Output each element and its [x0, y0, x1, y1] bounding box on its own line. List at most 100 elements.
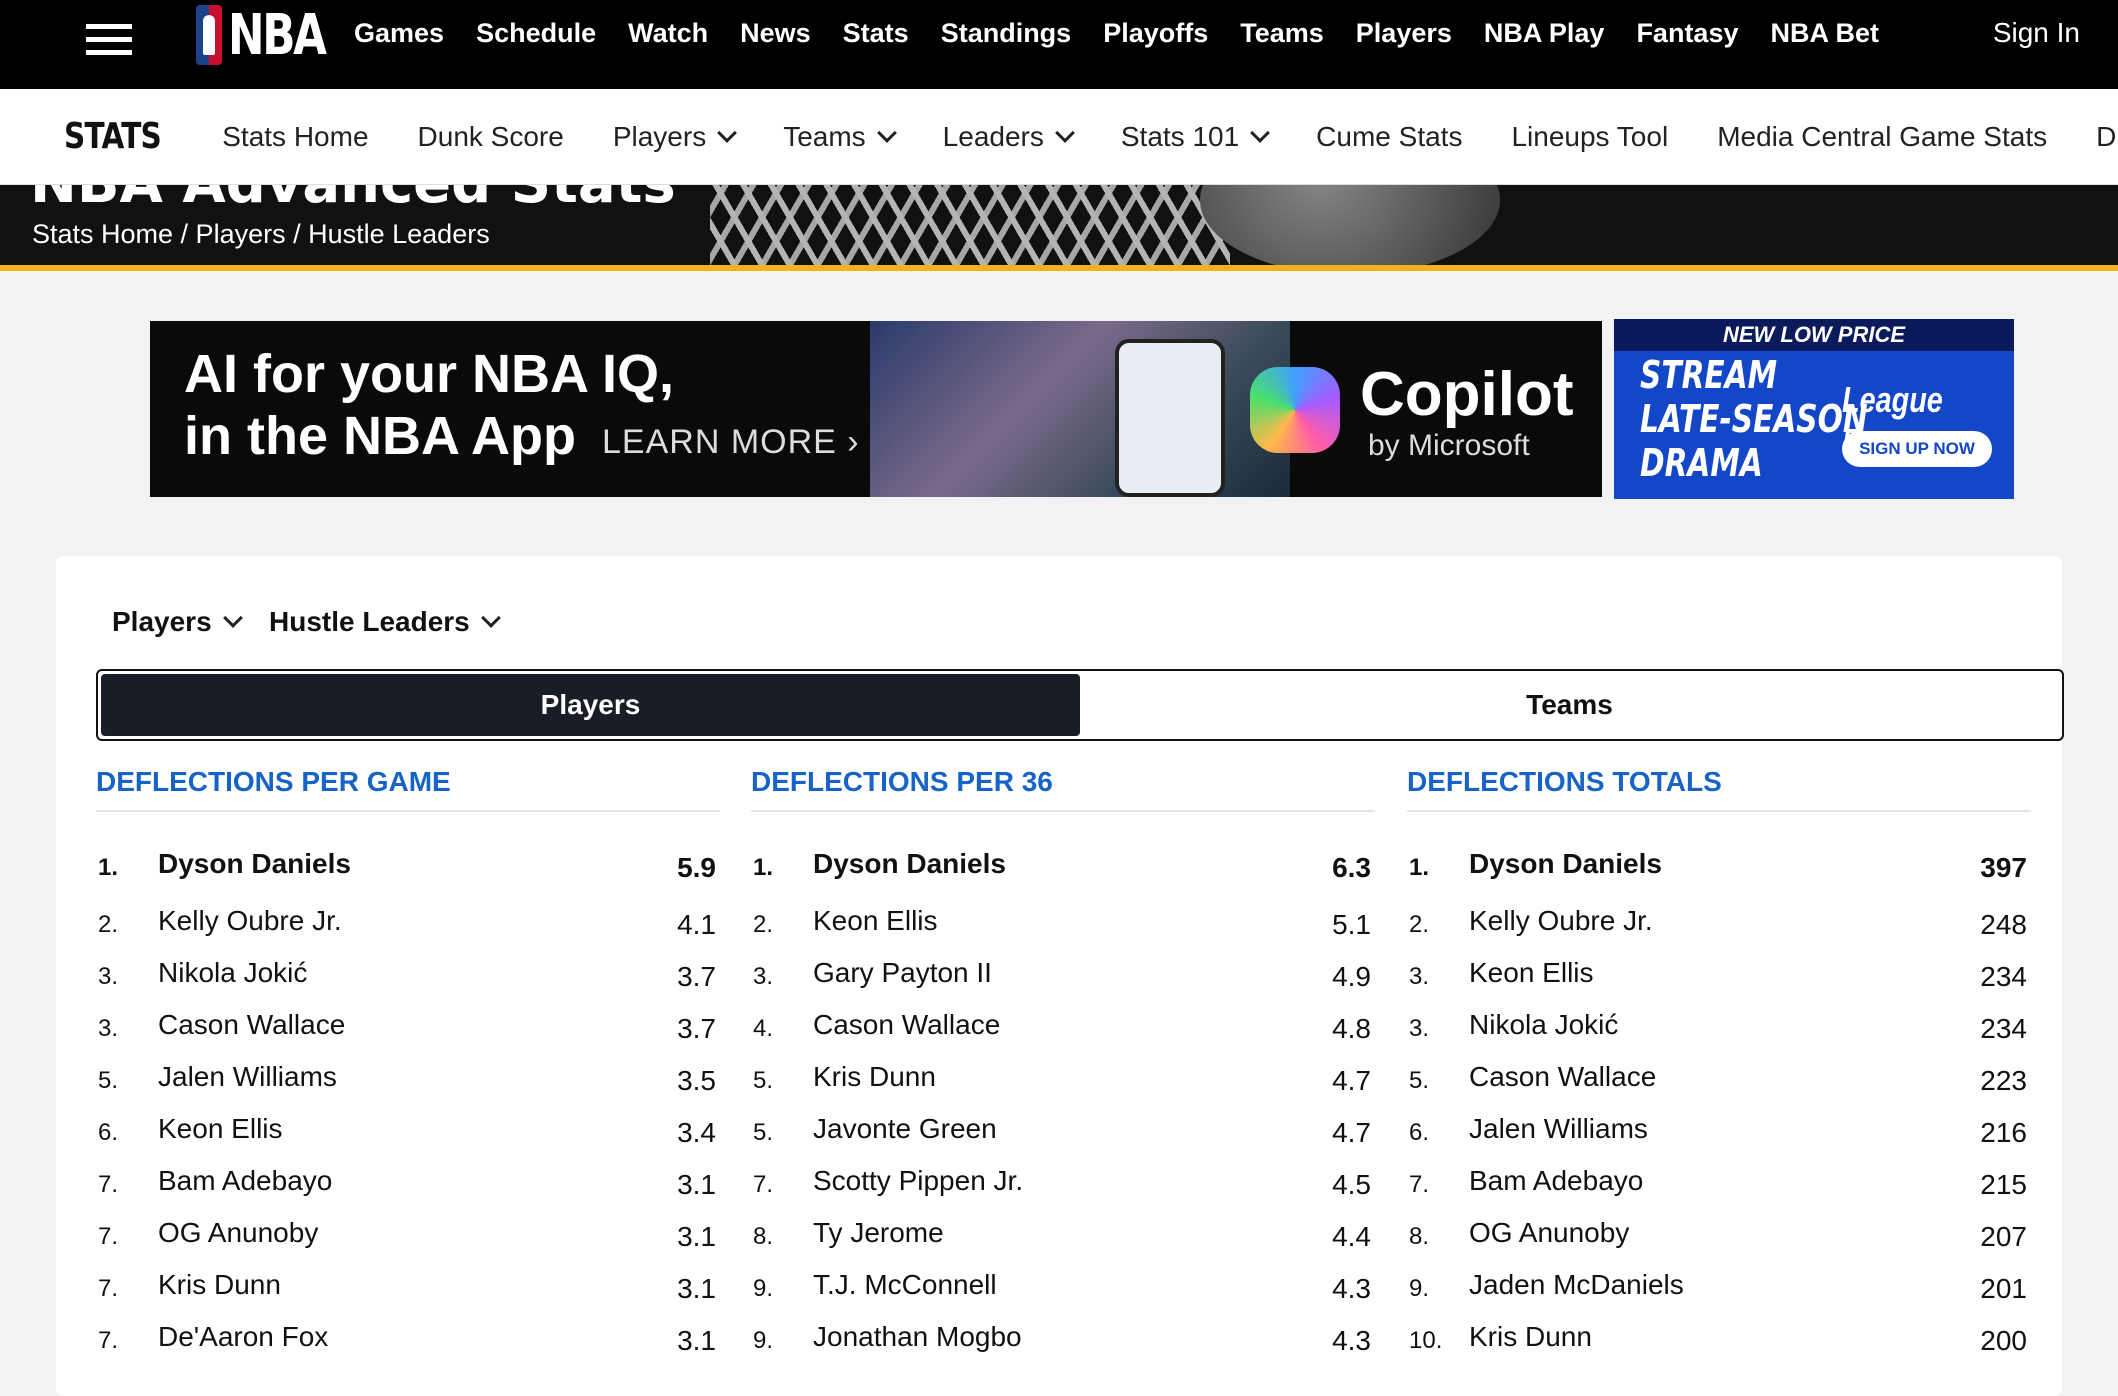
- copilot-ad[interactable]: AI for your NBA IQ, in the NBA App LEARN…: [150, 321, 1602, 497]
- player-rank: 4.: [753, 1015, 774, 1042]
- nav-teams[interactable]: Teams: [1240, 18, 1324, 49]
- player-name-link[interactable]: Nikola Jokić: [158, 957, 307, 989]
- deflections-per-36-list: DEFLECTIONS PER 36 1. Dyson Daniels 6.3 2. K…: [751, 766, 1375, 1357]
- player-name-link[interactable]: Javonte Green: [813, 1113, 997, 1145]
- player-rank: 3.: [1409, 1015, 1430, 1042]
- player-name-link[interactable]: Kris Dunn: [1469, 1321, 1592, 1353]
- list-item: 3. Nikola Jokić 3.7: [96, 941, 720, 993]
- player-name-link[interactable]: T.J. McConnell: [813, 1269, 997, 1301]
- player-name-link[interactable]: Bam Adebayo: [1469, 1165, 1643, 1197]
- stat-value: 3.1: [677, 1273, 716, 1304]
- player-name-link[interactable]: De'Aaron Fox: [158, 1321, 328, 1353]
- player-name-link[interactable]: Nikola Jokić: [1469, 1009, 1618, 1041]
- subnav-lineups-tool[interactable]: Lineups Tool: [1511, 121, 1668, 153]
- stat-value: 5.1: [1332, 909, 1371, 940]
- list-title[interactable]: DEFLECTIONS PER 36: [751, 766, 1375, 812]
- player-name-link[interactable]: Jalen Williams: [1469, 1113, 1648, 1145]
- player-name-link[interactable]: OG Anunoby: [1469, 1217, 1629, 1249]
- list-item: 7. Kris Dunn 3.1: [96, 1253, 720, 1305]
- tab-players[interactable]: Players: [101, 674, 1080, 736]
- player-name-link[interactable]: Ty Jerome: [813, 1217, 944, 1249]
- player-name-link[interactable]: Dyson Daniels: [158, 848, 351, 880]
- ad-learn-more[interactable]: LEARN MORE ›: [602, 423, 860, 462]
- stat-value: 3.1: [677, 1169, 716, 1200]
- ad-basketball-photo: [870, 321, 1290, 497]
- stat-value: 4.5: [1332, 1169, 1371, 1200]
- player-name-link[interactable]: Dyson Daniels: [813, 848, 1006, 880]
- ad2-signup-button[interactable]: SIGN UP NOW: [1842, 431, 1992, 467]
- player-name-link[interactable]: Keon Ellis: [158, 1113, 283, 1145]
- player-name-link[interactable]: Jalen Williams: [158, 1061, 337, 1093]
- list-item: 9. T.J. McConnell 4.3: [751, 1253, 1375, 1305]
- subnav-leaders[interactable]: Leaders: [943, 121, 1075, 153]
- stat-value: 248: [1980, 909, 2027, 940]
- player-name-link[interactable]: Cason Wallace: [158, 1009, 345, 1041]
- ad-headline-2: in the NBA App: [184, 406, 576, 466]
- list-title[interactable]: DEFLECTIONS PER GAME: [96, 766, 720, 812]
- sign-in-link[interactable]: Sign In: [1993, 17, 2080, 49]
- subnav-more[interactable]: D: [2096, 121, 2116, 153]
- nav-fantasy[interactable]: Fantasy: [1636, 18, 1738, 49]
- subnav-stats-home[interactable]: Stats Home: [222, 121, 368, 153]
- player-rank: 7.: [98, 1327, 119, 1354]
- subnav-players[interactable]: Players: [613, 121, 738, 153]
- list-item: 1. Dyson Daniels 397: [1407, 832, 2031, 889]
- nav-nba-bet[interactable]: NBA Bet: [1770, 18, 1879, 49]
- player-name-link[interactable]: Kelly Oubre Jr.: [1469, 905, 1653, 937]
- player-name-link[interactable]: Cason Wallace: [1469, 1061, 1656, 1093]
- list-title[interactable]: DEFLECTIONS TOTALS: [1407, 766, 2031, 812]
- tab-teams[interactable]: Teams: [1080, 674, 2059, 736]
- player-name-link[interactable]: Keon Ellis: [1469, 957, 1594, 989]
- nav-news[interactable]: News: [740, 18, 811, 49]
- subnav-stats-101[interactable]: Stats 101: [1121, 121, 1271, 153]
- player-rank: 2.: [753, 911, 774, 938]
- player-name-link[interactable]: Jonathan Mogbo: [813, 1321, 1022, 1353]
- category-dropdown[interactable]: Players: [112, 606, 243, 638]
- subnav-teams[interactable]: Teams: [783, 121, 897, 153]
- list-item: 7. OG Anunoby 3.1: [96, 1201, 720, 1253]
- nba-logo[interactable]: NBA: [196, 3, 352, 68]
- menu-icon[interactable]: [86, 24, 132, 56]
- subnav-cume-stats[interactable]: Cume Stats: [1316, 121, 1462, 153]
- subnav-dunk-score[interactable]: Dunk Score: [418, 121, 564, 153]
- player-name-link[interactable]: Jaden McDaniels: [1469, 1269, 1684, 1301]
- player-name-link[interactable]: Dyson Daniels: [1469, 848, 1662, 880]
- stat-value: 201: [1980, 1273, 2027, 1304]
- player-name-link[interactable]: Kelly Oubre Jr.: [158, 905, 342, 937]
- list-item: 7. Bam Adebayo 3.1: [96, 1149, 720, 1201]
- stat-value: 3.1: [677, 1325, 716, 1356]
- player-rank: 3.: [753, 963, 774, 990]
- player-rank: 3.: [98, 1015, 119, 1042]
- nav-games[interactable]: Games: [354, 18, 444, 49]
- player-name-link[interactable]: Keon Ellis: [813, 905, 938, 937]
- list-item: 5. Javonte Green 4.7: [751, 1097, 1375, 1149]
- player-name-link[interactable]: Kris Dunn: [813, 1061, 936, 1093]
- player-name-link[interactable]: Gary Payton II: [813, 957, 992, 989]
- stat-value: 6.3: [1332, 852, 1371, 883]
- list-item: 10. Kris Dunn 200: [1407, 1305, 2031, 1357]
- nav-stats[interactable]: Stats: [843, 18, 909, 49]
- nav-nba-play[interactable]: NBA Play: [1484, 18, 1605, 49]
- player-name-link[interactable]: Bam Adebayo: [158, 1165, 332, 1197]
- player-rank: 5.: [753, 1067, 774, 1094]
- player-name-link[interactable]: Kris Dunn: [158, 1269, 281, 1301]
- stats-logo[interactable]: STATS: [64, 116, 162, 157]
- nav-players[interactable]: Players: [1356, 18, 1452, 49]
- list-item: 3. Keon Ellis 234: [1407, 941, 2031, 993]
- stat-dropdown[interactable]: Hustle Leaders: [269, 606, 501, 638]
- league-pass-ad[interactable]: NEW LOW PRICE STREAM LATE-SEASON DRAMA L…: [1614, 319, 2014, 499]
- nav-watch[interactable]: Watch: [628, 18, 708, 49]
- list-item: 6. Jalen Williams 216: [1407, 1097, 2031, 1149]
- stat-value: 3.7: [677, 1013, 716, 1044]
- breadcrumb[interactable]: Stats Home / Players / Hustle Leaders: [32, 219, 490, 250]
- nav-playoffs[interactable]: Playoffs: [1103, 18, 1208, 49]
- ad-headline-1: AI for your NBA IQ,: [184, 344, 675, 404]
- subnav-media-central[interactable]: Media Central Game Stats: [1717, 121, 2047, 153]
- player-name-link[interactable]: OG Anunoby: [158, 1217, 318, 1249]
- nav-schedule[interactable]: Schedule: [476, 18, 596, 49]
- list-item: 3. Cason Wallace 3.7: [96, 993, 720, 1045]
- player-name-link[interactable]: Cason Wallace: [813, 1009, 1000, 1041]
- nav-standings[interactable]: Standings: [941, 18, 1072, 49]
- player-name-link[interactable]: Scotty Pippen Jr.: [813, 1165, 1023, 1197]
- stat-value: 200: [1980, 1325, 2027, 1356]
